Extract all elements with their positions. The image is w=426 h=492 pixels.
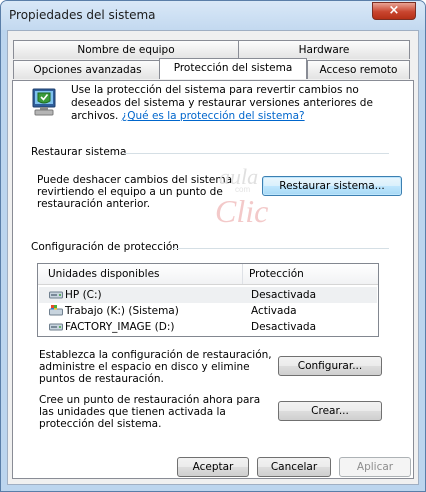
column-separator[interactable] [242,264,243,284]
apply-button[interactable]: Aplicar [339,457,411,477]
drive-row-hp[interactable]: HP (C:) Desactivada [39,287,377,303]
column-available-drives[interactable]: Unidades disponibles [48,268,160,280]
system-drive-icon [49,305,63,316]
drive-row-trabajo[interactable]: Trabajo (K:) (Sistema) Activada [39,303,377,319]
what-is-system-protection-link[interactable]: ¿Qué es la protección del sistema? [122,110,305,122]
tab-label: Acceso remoto [319,64,398,76]
cancel-button[interactable]: Cancelar [257,457,331,477]
restore-heading: Restaurar sistema [31,146,127,158]
tab-proteccion-del-sistema[interactable]: Protección del sistema [159,58,307,79]
intro-text: Use la protección del sistema para rever… [71,84,391,123]
configure-button[interactable]: Configurar... [278,356,382,376]
system-protection-icon [32,88,56,116]
aula-clic-watermark: aula com Clic [215,164,268,229]
hard-drive-icon [49,323,63,331]
drive-state: Activada [251,305,297,317]
restore-system-button[interactable]: Restaurar sistema... [262,176,402,196]
drive-name: Trabajo (K:) (Sistema) [65,305,179,317]
hard-drive-icon [49,291,63,299]
tab-label: Opciones avanzadas [33,64,142,76]
drive-state: Desactivada [251,321,317,333]
protection-heading: Configuración de protección [31,241,179,253]
drives-list-header: Unidades disponibles Protección [38,264,378,285]
drive-row-factory-image[interactable]: FACTORY_IMAGE (D:) Desactivada [39,319,377,335]
system-properties-window: Propiedades del sistema × Nombre de equi… [0,0,426,492]
tab-label: Protección del sistema [173,62,293,74]
column-protection[interactable]: Protección [249,268,304,280]
drives-list[interactable]: Unidades disponibles Protección HP (C:) … [37,263,379,337]
title-bar: Propiedades del sistema × [1,1,425,30]
restore-divider [123,153,389,154]
create-description: Cree un punto de restauración ahora para… [39,394,261,430]
tab-label: Hardware [298,44,350,56]
tab-label: Nombre de equipo [77,44,175,56]
watermark-bottom: Clic [215,193,268,229]
close-button[interactable]: × [372,2,416,20]
close-icon: × [388,3,400,18]
ok-button[interactable]: Aceptar [177,457,249,477]
configure-description: Establezca la configuración de restaurac… [39,349,272,385]
tab-acceso-remoto[interactable]: Acceso remoto [307,60,410,79]
create-button[interactable]: Crear... [278,401,382,421]
drive-name: HP (C:) [65,289,102,301]
window-title: Propiedades del sistema [9,8,156,22]
tab-opciones-avanzadas[interactable]: Opciones avanzadas [13,60,162,79]
protection-divider [173,248,389,249]
tab-hardware[interactable]: Hardware [238,40,410,59]
drive-state: Desactivada [251,289,317,301]
drive-name: FACTORY_IMAGE (D:) [65,321,175,333]
tab-nombre-de-equipo[interactable]: Nombre de equipo [13,40,239,59]
